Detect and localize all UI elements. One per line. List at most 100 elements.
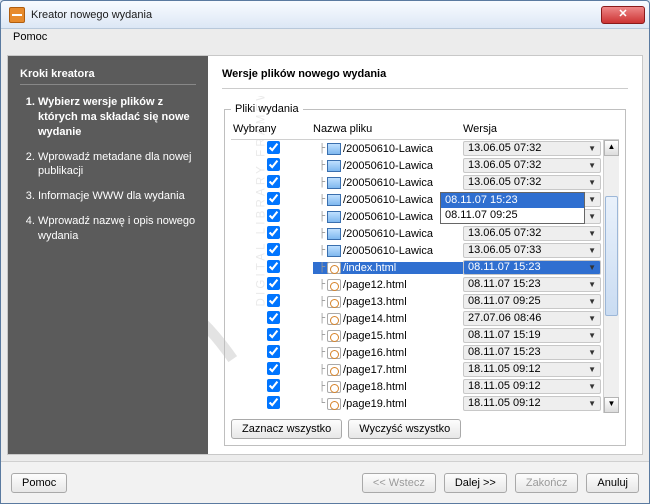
table-row[interactable]: ├/page17.html18.11.05 09:12▼ (231, 361, 603, 378)
table-row[interactable]: └/page19.html18.11.05 09:12▼ (231, 395, 603, 412)
version-dropdown[interactable]: 08.11.07 15:23▼ (463, 260, 601, 275)
cancel-button[interactable]: Anuluj (586, 473, 639, 493)
tree-line-icon: ├ (313, 211, 325, 222)
row-checkbox[interactable] (267, 209, 280, 222)
scroll-up-button[interactable]: ▲ (604, 140, 619, 156)
version-value: 13.06.05 07:32 (468, 159, 541, 172)
row-checkbox[interactable] (267, 243, 280, 256)
file-name: /20050610-Lawica (343, 143, 433, 155)
file-name: /page14.html (343, 313, 407, 325)
chevron-down-icon: ▼ (588, 176, 596, 189)
version-dropdown[interactable]: 13.06.05 07:33▼ (463, 243, 601, 258)
chevron-down-icon: ▼ (588, 159, 596, 172)
row-checkbox[interactable] (267, 260, 280, 273)
table-row[interactable]: ├/page14.html27.07.06 08:46▼ (231, 310, 603, 327)
help-button[interactable]: Pomoc (11, 473, 67, 493)
version-dropdown[interactable]: 13.06.05 07:32▼ (463, 226, 601, 241)
back-button[interactable]: << Wstecz (362, 473, 436, 493)
vertical-scrollbar[interactable]: ▲ ▼ (603, 140, 619, 413)
dropdown-option[interactable]: 08.11.07 09:25 (441, 208, 584, 223)
files-fieldset: Pliki wydania Wybrany Nazwa pliku Wersja… (224, 103, 626, 446)
table-row[interactable]: ├/index.html08.11.07 15:23▼ (231, 259, 603, 276)
row-checkbox[interactable] (267, 328, 280, 341)
version-dropdown[interactable]: 18.11.05 09:12▼ (463, 379, 601, 394)
version-dropdown[interactable]: 13.06.05 07:32▼ (463, 175, 601, 190)
html-file-icon (327, 347, 341, 359)
table-row[interactable]: ├/20050610-Lawica13.06.05 07:32▼ (231, 140, 603, 157)
version-dropdown[interactable]: 27.07.06 08:46▼ (463, 311, 601, 326)
file-name: /page12.html (343, 279, 407, 291)
col-version[interactable]: Wersja (463, 123, 617, 135)
version-dropdown[interactable]: 08.11.07 15:23▼ (463, 345, 601, 360)
version-value: 18.11.05 09:12 (468, 363, 541, 376)
version-dropdown-menu[interactable]: 08.11.07 15:2308.11.07 09:25 (440, 192, 585, 224)
chevron-down-icon: ▼ (588, 261, 596, 274)
file-name: /20050610-Lawica (343, 245, 433, 257)
finish-button[interactable]: Zakończ (515, 473, 579, 493)
menu-help[interactable]: Pomoc (7, 29, 53, 45)
html-file-icon (327, 296, 341, 308)
app-icon (9, 7, 25, 23)
version-dropdown[interactable]: 08.11.07 15:19▼ (463, 328, 601, 343)
close-button[interactable]: ✕ (601, 6, 645, 24)
tree-line-icon: ├ (313, 160, 325, 171)
row-checkbox[interactable] (267, 226, 280, 239)
row-checkbox[interactable] (267, 277, 280, 290)
table-row[interactable]: ├/page15.html08.11.07 15:19▼ (231, 327, 603, 344)
step-item: Wprowadź nazwę i opis nowego wydania (38, 214, 196, 244)
wizard-window: Kreator nowego wydania ✕ Pomoc d DIGITAL… (0, 0, 650, 504)
table-row[interactable]: ├/20050610-Lawica13.06.05 07:32▼ (231, 157, 603, 174)
table-row[interactable]: ├/page16.html08.11.07 15:23▼ (231, 344, 603, 361)
row-checkbox[interactable] (267, 175, 280, 188)
sidebar-heading: Kroki kreatora (20, 68, 196, 80)
image-file-icon (327, 160, 341, 172)
version-dropdown[interactable]: 18.11.05 09:12▼ (463, 362, 601, 377)
table-row[interactable]: ├/page12.html08.11.07 15:23▼ (231, 276, 603, 293)
version-value: 27.07.06 08:46 (468, 312, 541, 325)
table-row[interactable]: ├ /20050610-Lawica 13.06.05 07:33▼ (231, 242, 603, 259)
next-button[interactable]: Dalej >> (444, 473, 507, 493)
step-item: Wybierz wersje plików z których ma skład… (38, 95, 196, 140)
row-checkbox[interactable] (267, 362, 280, 375)
table-row[interactable]: ├/20050610-Lawica13.06.05 07:32▼ (231, 225, 603, 242)
scroll-down-button[interactable]: ▼ (604, 397, 619, 413)
chevron-down-icon: ▼ (588, 227, 596, 240)
col-filename[interactable]: Nazwa pliku (313, 123, 463, 135)
dropdown-option[interactable]: 08.11.07 15:23 (441, 193, 584, 208)
row-checkbox[interactable] (267, 294, 280, 307)
step-item: Informacje WWW dla wydania (38, 189, 196, 204)
chevron-down-icon: ▼ (588, 346, 596, 359)
table-row[interactable]: ├/page18.html18.11.05 09:12▼ (231, 378, 603, 395)
chevron-down-icon: ▼ (588, 329, 596, 342)
version-dropdown[interactable]: 18.11.05 09:12▼ (463, 396, 601, 411)
menubar: Pomoc (1, 29, 649, 49)
row-checkbox[interactable] (267, 158, 280, 171)
chevron-down-icon: ▼ (588, 244, 596, 257)
row-checkbox[interactable] (267, 379, 280, 392)
version-dropdown[interactable]: 13.06.05 07:32 ▼ (463, 158, 601, 173)
titlebar: Kreator nowego wydania ✕ (1, 1, 649, 29)
file-name: /page15.html (343, 330, 407, 342)
row-checkbox[interactable] (267, 396, 280, 409)
file-name: /page13.html (343, 296, 407, 308)
version-value: 08.11.07 15:23 (468, 278, 541, 291)
file-name: /page18.html (343, 381, 407, 393)
table-row[interactable]: ├/20050610-Lawica13.06.05 07:32▼ (231, 174, 603, 191)
row-checkbox[interactable] (267, 141, 280, 154)
version-value: 18.11.05 09:12 (468, 397, 541, 410)
row-checkbox[interactable] (267, 345, 280, 358)
clear-all-button[interactable]: Wyczyść wszystko (348, 419, 461, 439)
row-checkbox[interactable] (267, 192, 280, 205)
version-dropdown[interactable]: 08.11.07 09:25▼ (463, 294, 601, 309)
version-value: 18.11.05 09:12 (468, 380, 541, 393)
scroll-thumb[interactable] (605, 196, 618, 316)
chevron-down-icon: ▼ (588, 142, 596, 155)
select-all-button[interactable]: Zaznacz wszystko (231, 419, 342, 439)
version-dropdown[interactable]: 08.11.07 15:23▼ (463, 277, 601, 292)
table-row[interactable]: ├/page13.html08.11.07 09:25▼ (231, 293, 603, 310)
row-checkbox[interactable] (267, 311, 280, 324)
col-selected[interactable]: Wybrany (233, 123, 313, 135)
version-dropdown[interactable]: 13.06.05 07:32▼ (463, 141, 601, 156)
tree-line-icon: ├ (313, 245, 325, 256)
scroll-track[interactable] (604, 156, 619, 397)
